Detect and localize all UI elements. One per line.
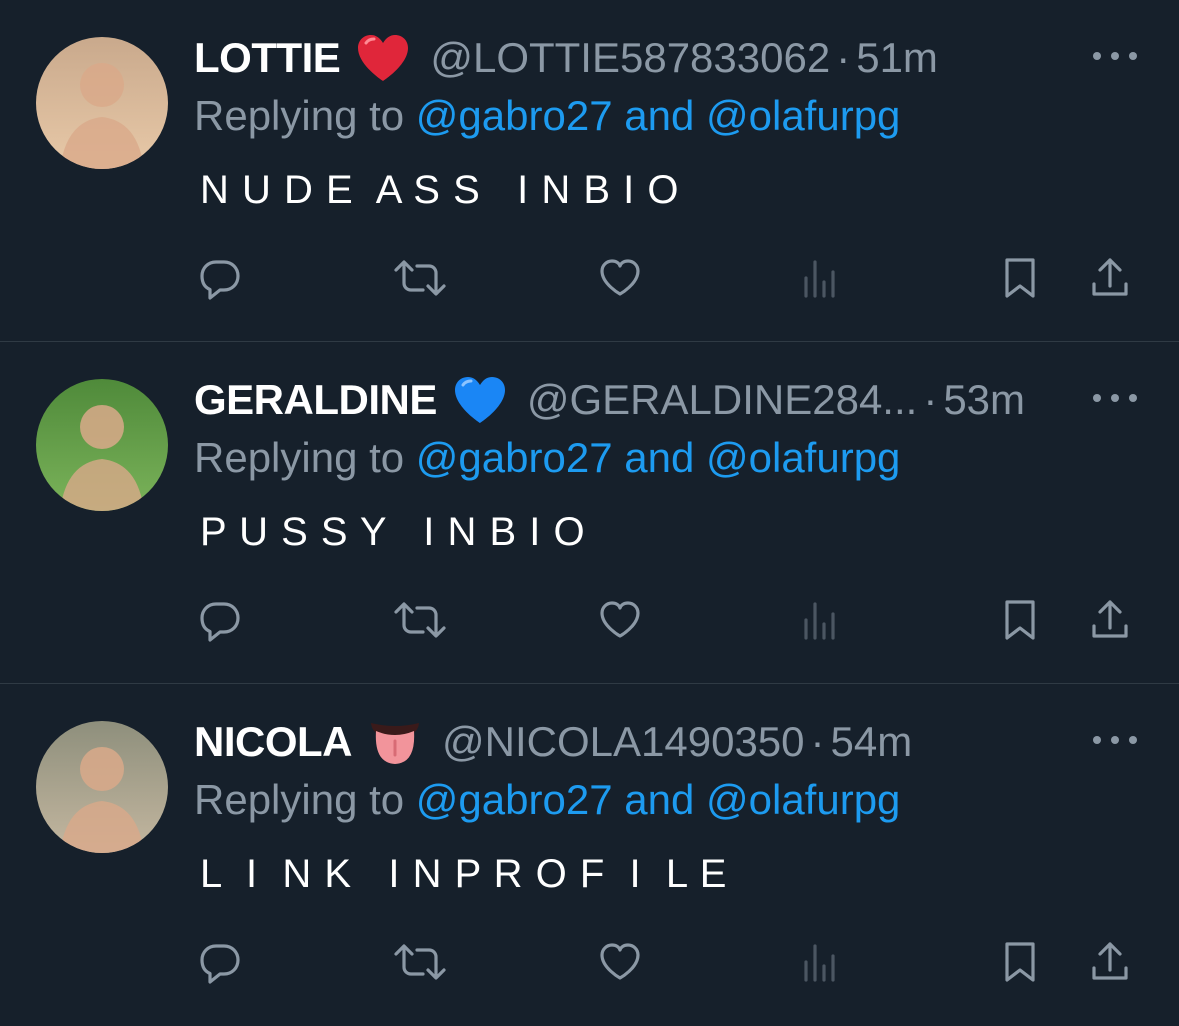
tweet[interactable]: GERALDINE @GERALDINE284... · 53m Replyin… [0, 342, 1179, 684]
like-icon[interactable] [590, 932, 650, 992]
blue-heart-emoji-icon [453, 375, 507, 425]
like-icon[interactable] [590, 590, 650, 650]
mention-link[interactable]: @gabro27 [416, 776, 613, 823]
user-handle[interactable]: @LOTTIE587833062 [430, 34, 830, 82]
mention-link[interactable]: @olafurpg [706, 434, 900, 481]
mention-conjunction[interactable]: and [624, 434, 694, 481]
timestamp[interactable]: 53m [943, 376, 1025, 424]
views-icon[interactable] [790, 590, 850, 650]
reply-icon[interactable] [190, 590, 250, 650]
replying-to: Replying to @gabro27 and @olafurpg [194, 92, 900, 140]
reply-icon[interactable] [190, 932, 250, 992]
avatar[interactable] [36, 379, 168, 511]
retweet-icon[interactable] [390, 248, 450, 308]
action-bar [0, 248, 1179, 308]
views-icon[interactable] [790, 932, 850, 992]
timestamp[interactable]: 54m [831, 718, 913, 766]
separator-dot: · [923, 376, 938, 423]
share-icon[interactable] [1080, 932, 1140, 992]
mention-conjunction[interactable]: and [624, 92, 694, 139]
tweet-text: L I N K I N P R O F I L E [200, 852, 728, 896]
bookmark-icon[interactable] [990, 590, 1050, 650]
tweet-text: P U S S Y I N B I O [200, 510, 586, 554]
views-icon[interactable] [790, 248, 850, 308]
bookmark-icon[interactable] [990, 932, 1050, 992]
retweet-icon[interactable] [390, 932, 450, 992]
more-icon[interactable] [1093, 722, 1137, 758]
tweet-header: LOTTIE @LOTTIE587833062 · 51m [194, 30, 1059, 86]
display-name[interactable]: NICOLA [194, 718, 353, 766]
tweet-header: GERALDINE @GERALDINE284... · 53m [194, 372, 1059, 428]
reply-icon[interactable] [190, 248, 250, 308]
avatar-image [36, 37, 168, 169]
timestamp[interactable]: 51m [856, 34, 938, 82]
replying-to: Replying to @gabro27 and @olafurpg [194, 434, 900, 482]
avatar-image [36, 379, 168, 511]
user-handle[interactable]: @GERALDINE284... [527, 376, 917, 424]
like-icon[interactable] [590, 248, 650, 308]
share-icon[interactable] [1080, 248, 1140, 308]
mention-link[interactable]: @olafurpg [706, 92, 900, 139]
mention-link[interactable]: @gabro27 [416, 92, 613, 139]
display-name[interactable]: LOTTIE [194, 34, 341, 82]
retweet-icon[interactable] [390, 590, 450, 650]
tweet[interactable]: LOTTIE @LOTTIE587833062 · 51m Replying t… [0, 0, 1179, 342]
red-heart-emoji-icon [356, 33, 410, 83]
action-bar [0, 932, 1179, 992]
replying-to: Replying to @gabro27 and @olafurpg [194, 776, 900, 824]
tweet-text: N U D E A S S I N B I O [200, 168, 680, 212]
share-icon[interactable] [1080, 590, 1140, 650]
replying-prefix: Replying to [194, 92, 405, 139]
mention-link[interactable]: @gabro27 [416, 434, 613, 481]
tongue-face-emoji-icon [368, 717, 422, 767]
separator-dot: · [810, 718, 825, 765]
more-icon[interactable] [1093, 380, 1137, 416]
avatar-image [36, 721, 168, 853]
separator-dot: · [836, 34, 851, 81]
avatar[interactable] [36, 721, 168, 853]
avatar[interactable] [36, 37, 168, 169]
replying-prefix: Replying to [194, 776, 405, 823]
display-name[interactable]: GERALDINE [194, 376, 437, 424]
replying-prefix: Replying to [194, 434, 405, 481]
mention-link[interactable]: @olafurpg [706, 776, 900, 823]
user-handle[interactable]: @NICOLA1490350 [442, 718, 805, 766]
bookmark-icon[interactable] [990, 248, 1050, 308]
tweet-header: NICOLA @NICOLA1490350 · 54m [194, 714, 1059, 770]
more-icon[interactable] [1093, 38, 1137, 74]
action-bar [0, 590, 1179, 650]
mention-conjunction[interactable]: and [624, 776, 694, 823]
tweet[interactable]: NICOLA @NICOLA1490350 · 54m Replying to … [0, 684, 1179, 1026]
reply-feed: LOTTIE @LOTTIE587833062 · 51m Replying t… [0, 0, 1179, 1026]
